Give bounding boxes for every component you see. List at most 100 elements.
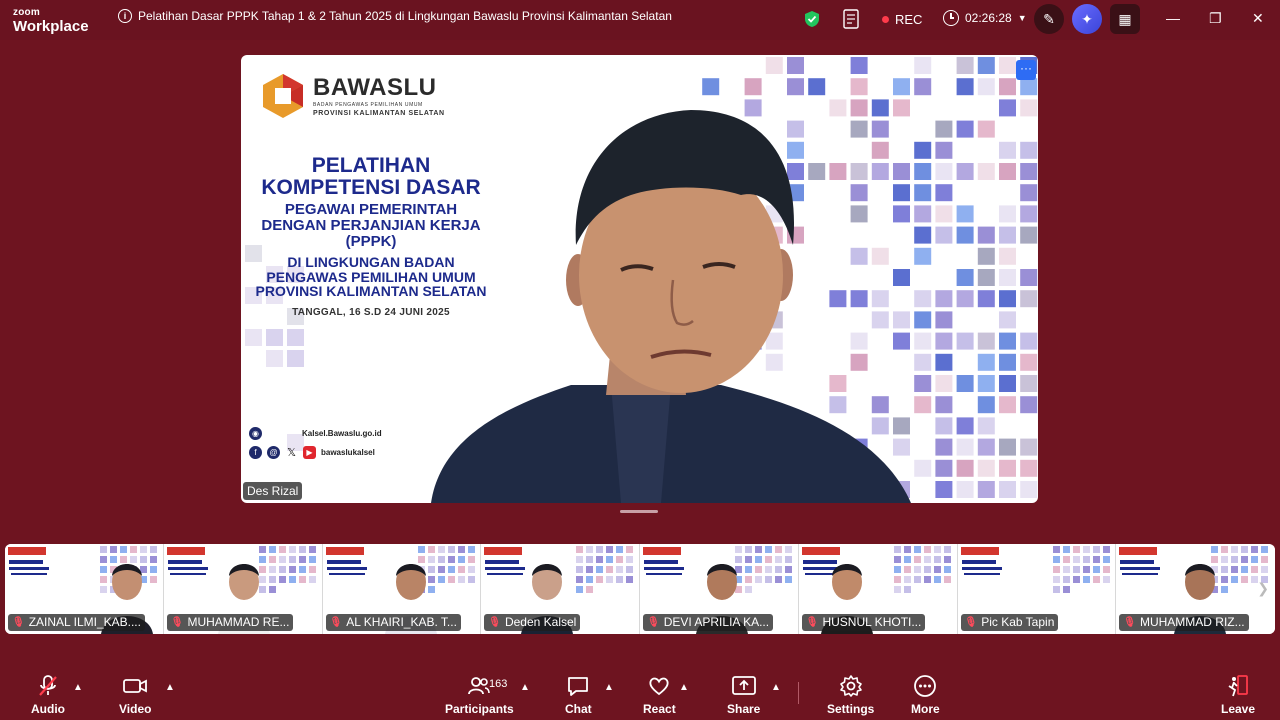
chat-button[interactable]: Chat: [565, 674, 592, 716]
tile-slide-text: [485, 567, 526, 570]
info-icon[interactable]: i: [118, 9, 132, 23]
mosaic-tile: [626, 566, 634, 573]
participant-tile[interactable]: 🎙 Pic Kab Tapin: [957, 544, 1117, 634]
mosaic-tile: [140, 546, 147, 553]
participant-tile[interactable]: 🎙 HUSNUL KHOTI...: [798, 544, 958, 634]
annotate-button[interactable]: ✎: [1034, 4, 1064, 34]
mosaic-tile: [1221, 576, 1229, 583]
view-button[interactable]: ▦: [1110, 4, 1140, 34]
mosaic-tile: [427, 546, 435, 553]
slide-location-line2: PENGAWAS PEMILIHAN UMUM: [266, 268, 476, 285]
participant-name-tag: 🎙 ZAINAL ILMI_KAB....: [8, 614, 145, 631]
tile-logo-mark: [960, 547, 999, 555]
video-more-button[interactable]: ···: [1016, 60, 1036, 80]
mosaic-tile: [1221, 586, 1229, 593]
meeting-info[interactable]: i Pelatihan Dasar PPPK Tahap 1 & 2 Tahun…: [118, 9, 672, 23]
notes-icon[interactable]: [843, 9, 859, 29]
mosaic-tile: [923, 546, 931, 553]
mosaic-tile: [258, 556, 266, 563]
leave-label: Leave: [1221, 702, 1256, 716]
mosaic-tile: [1241, 566, 1249, 573]
muted-mic-icon: 🎙: [805, 616, 819, 628]
ai-companion-button[interactable]: ✦: [1072, 4, 1102, 34]
participant-tile[interactable]: 🎙 ZAINAL ILMI_KAB....: [5, 544, 164, 634]
mosaic-tile: [943, 546, 951, 553]
facebook-icon: f: [249, 446, 262, 459]
mosaic-tile: [745, 576, 752, 583]
settings-button[interactable]: Settings: [827, 674, 874, 716]
muted-mic-icon: 🎙: [647, 616, 660, 628]
participants-options-chevron-icon[interactable]: ▲: [520, 682, 530, 693]
mosaic-tile: [427, 566, 435, 573]
mosaic-tile: [913, 546, 921, 553]
mosaic-tile: [1221, 566, 1229, 573]
logo-sub1: BADAN PENGAWAS PEMILIHAN UMUM: [313, 101, 423, 108]
share-options-chevron-icon[interactable]: ▲: [771, 682, 781, 693]
mosaic-tile: [933, 556, 941, 563]
mosaic-tile: [100, 586, 107, 593]
gallery-next-icon[interactable]: ❯: [1257, 580, 1269, 597]
react-button[interactable]: React: [643, 674, 676, 716]
active-speaker-video[interactable]: BAWASLU BADAN PENGAWAS PEMILIHAN UMUM PR…: [241, 55, 1038, 503]
tile-slide-text: [326, 560, 361, 564]
pen-icon: ✎: [1043, 10, 1055, 27]
mosaic-tile: [1211, 556, 1219, 563]
video-button[interactable]: Video: [119, 674, 151, 716]
mosaic-tile: [626, 556, 634, 563]
minimize-icon[interactable]: —: [1166, 10, 1180, 26]
mosaic-tile: [1062, 566, 1070, 573]
participant-tile[interactable]: 🎙 MUHAMMAD RE...: [163, 544, 323, 634]
tile-logo-mark: [801, 547, 840, 555]
tile-slide-text: [961, 567, 1002, 570]
audio-label: Audio: [31, 702, 65, 716]
mosaic-tile: [1082, 546, 1090, 553]
mosaic-tile: [606, 576, 614, 583]
restore-icon[interactable]: ❐: [1209, 10, 1222, 27]
mosaic-tile: [1082, 576, 1090, 583]
participant-tile[interactable]: 🎙 AL KHAIRI_KAB. T...: [322, 544, 482, 634]
resize-handle[interactable]: [620, 510, 658, 513]
mosaic-tile: [785, 556, 792, 563]
react-options-chevron-icon[interactable]: ▲: [679, 682, 689, 693]
mosaic-tile: [626, 576, 634, 583]
settings-label: Settings: [827, 702, 875, 716]
social-handle: bawaslukalsel: [321, 448, 375, 457]
mosaic-tile: [775, 566, 782, 573]
mosaic-tile: [1072, 546, 1080, 553]
audio-options-chevron-icon[interactable]: ▲: [73, 682, 83, 693]
tile-slide-text: [11, 573, 47, 575]
audio-button[interactable]: Audio: [31, 674, 65, 716]
share-button[interactable]: Share: [727, 674, 760, 716]
participant-tile[interactable]: 🎙 Deden Kalsel: [481, 544, 640, 634]
participant-tile[interactable]: 🎙 DEVI APRILIA KA...: [640, 544, 799, 634]
mosaic-tile: [1082, 566, 1090, 573]
mosaic-tile: [586, 556, 594, 563]
meeting-timer[interactable]: 02:26:28 ▼: [943, 10, 1027, 26]
encryption-shield-icon[interactable]: [804, 10, 820, 28]
mosaic-tile: [268, 566, 276, 573]
chevron-down-icon: ▼: [1017, 13, 1027, 23]
participant-tile[interactable]: 🎙 MUHAMMAD RIZ... ❯: [1116, 544, 1275, 634]
mosaic-tile: [735, 546, 742, 553]
chat-options-chevron-icon[interactable]: ▲: [604, 682, 614, 693]
mosaic-tile: [616, 556, 624, 563]
leave-button[interactable]: Leave: [1221, 674, 1255, 716]
video-options-chevron-icon[interactable]: ▲: [165, 682, 175, 693]
tile-slide-text: [1122, 573, 1159, 575]
more-button[interactable]: More: [911, 674, 940, 716]
close-icon[interactable]: ✕: [1252, 10, 1264, 27]
participant-name-tag: 🎙 MUHAMMAD RIZ...: [1119, 614, 1249, 631]
mosaic-tile: [437, 566, 445, 573]
meeting-toolbar: Audio ▲ Video ▲ Participants 163 ▲ Chat …: [0, 660, 1280, 720]
mosaic-tile: [1251, 546, 1259, 553]
mosaic-tile: [1052, 586, 1060, 593]
participants-count: 163: [489, 678, 508, 690]
participant-name: MUHAMMAD RIZ...: [1139, 615, 1245, 629]
sparkle-icon: ✦: [1081, 10, 1093, 27]
recording-indicator[interactable]: REC: [882, 12, 922, 27]
mosaic-tile: [467, 576, 475, 583]
mosaic-tile: [288, 546, 296, 553]
mosaic-tile: [457, 556, 465, 563]
mosaic-tile: [933, 546, 941, 553]
participant-name: ZAINAL ILMI_KAB....: [28, 615, 141, 629]
